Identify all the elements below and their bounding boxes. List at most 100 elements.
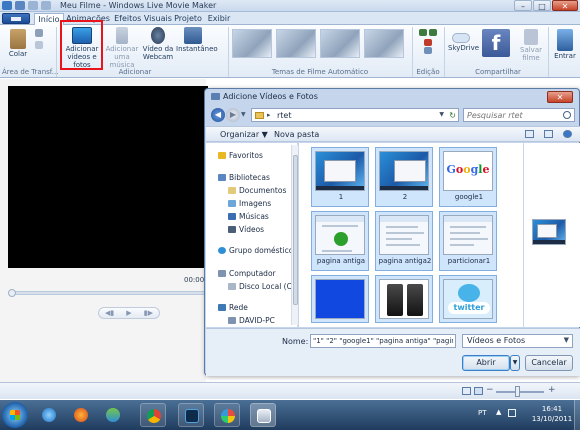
taskbar-paint[interactable] bbox=[214, 403, 240, 427]
zoom-slider[interactable] bbox=[496, 391, 544, 393]
open-options-button[interactable]: ▼ bbox=[510, 355, 520, 371]
file-tile-twitter[interactable]: twitter bbox=[439, 275, 497, 323]
show-hidden-icons[interactable]: ▲ bbox=[496, 408, 501, 416]
edit-tools[interactable] bbox=[416, 29, 440, 55]
sign-in-button[interactable]: Entrar bbox=[552, 29, 578, 60]
play-icon[interactable]: ▶ bbox=[126, 309, 131, 317]
taskbar-photoshop[interactable] bbox=[178, 403, 204, 427]
file-tile-blue[interactable] bbox=[311, 275, 369, 323]
nav-pc[interactable]: DAVID-PC bbox=[228, 316, 275, 325]
theme-thumbnail[interactable] bbox=[232, 29, 272, 58]
theme-thumbnail[interactable] bbox=[320, 29, 360, 58]
nav-videos[interactable]: Vídeos bbox=[228, 225, 264, 234]
network-tray-icon[interactable] bbox=[508, 409, 516, 417]
preview-pane-icon[interactable] bbox=[544, 130, 553, 138]
minimize-button[interactable]: – bbox=[514, 0, 532, 11]
search-icon[interactable] bbox=[563, 111, 571, 119]
storyboard-view-icon[interactable] bbox=[462, 387, 471, 395]
file-tile-particionar1[interactable]: particionar1 bbox=[439, 211, 497, 271]
help-icon[interactable] bbox=[563, 130, 572, 138]
thumbnail-size-icon[interactable] bbox=[474, 387, 483, 395]
taskbar-windows-live[interactable] bbox=[100, 403, 126, 427]
nav-scrollbar[interactable] bbox=[291, 145, 298, 325]
open-button[interactable]: Abrir bbox=[462, 355, 510, 371]
sign-in-label: Entrar bbox=[554, 52, 576, 60]
back-arrow-icon[interactable]: ◀ bbox=[211, 108, 225, 122]
tab-efeitos-visuais[interactable]: Efeitos Visuais bbox=[114, 13, 172, 25]
search-input[interactable] bbox=[467, 110, 559, 120]
skydrive-button[interactable]: SkyDrive bbox=[448, 33, 479, 52]
clock-date[interactable]: 13/10/2011 bbox=[530, 415, 574, 423]
maximize-button[interactable]: □ bbox=[533, 0, 551, 11]
snapshot-button[interactable]: Instantâneo bbox=[176, 27, 218, 53]
clock-time[interactable]: 16:41 bbox=[532, 405, 572, 413]
cancel-button[interactable]: Cancelar bbox=[525, 355, 573, 371]
taskbar-firefox[interactable] bbox=[68, 403, 94, 427]
file-type-select[interactable]: Vídeos e Fotos ▼ bbox=[462, 334, 573, 348]
copy-button[interactable] bbox=[34, 41, 44, 50]
taskbar-movie-maker[interactable] bbox=[250, 403, 276, 427]
undo-icon[interactable] bbox=[28, 1, 38, 10]
add-music-button[interactable]: Adicionar uma música bbox=[104, 27, 140, 69]
save-icon[interactable] bbox=[15, 1, 25, 10]
taskbar-internet-explorer[interactable] bbox=[36, 403, 62, 427]
zoom-out-icon[interactable]: − bbox=[486, 385, 494, 395]
previous-frame-icon[interactable]: ◀▮ bbox=[105, 309, 114, 317]
save-movie-button[interactable]: Salvar filme bbox=[518, 29, 544, 62]
file-tile-pagina-antiga[interactable]: pagina antiga bbox=[311, 211, 369, 271]
theme-thumbnail[interactable] bbox=[276, 29, 316, 58]
file-tile-2[interactable]: 2 bbox=[375, 147, 433, 207]
zoom-in-icon[interactable]: + bbox=[548, 385, 556, 395]
paste-button[interactable]: Colar bbox=[6, 29, 30, 58]
breadcrumb[interactable]: rtet bbox=[277, 111, 291, 120]
dialog-close-button[interactable]: ✕ bbox=[547, 91, 573, 103]
nav-label: Documentos bbox=[239, 186, 287, 195]
cut-button[interactable] bbox=[34, 29, 44, 38]
group-label-themes: Temas de Filme Automático bbox=[271, 68, 369, 76]
seek-bar[interactable] bbox=[10, 291, 210, 295]
nav-favorites[interactable]: Favoritos bbox=[218, 151, 263, 160]
zoom-slider-thumb[interactable] bbox=[515, 386, 520, 397]
new-folder-button[interactable]: Nova pasta bbox=[274, 130, 319, 139]
nav-libraries[interactable]: Bibliotecas bbox=[218, 173, 270, 182]
close-button[interactable]: ✕ bbox=[552, 0, 578, 11]
webcam-video-button[interactable]: Vídeo da Webcam bbox=[141, 27, 175, 61]
nav-label: DAVID-PC bbox=[239, 316, 275, 325]
file-tile-speakers[interactable] bbox=[375, 275, 433, 323]
theme-thumbnail[interactable] bbox=[364, 29, 404, 58]
nav-music[interactable]: Músicas bbox=[228, 212, 269, 221]
film-save-icon bbox=[524, 29, 538, 45]
search-box[interactable] bbox=[463, 108, 575, 122]
taskbar-chrome[interactable] bbox=[140, 403, 166, 427]
nav-label: Favoritos bbox=[229, 151, 263, 160]
nav-network[interactable]: Rede bbox=[218, 303, 248, 312]
facebook-share-button[interactable]: f bbox=[478, 29, 514, 58]
redo-icon[interactable] bbox=[41, 1, 51, 10]
nav-homegroup[interactable]: Grupo doméstico bbox=[218, 246, 293, 255]
change-view-icon[interactable] bbox=[525, 130, 534, 138]
tab-projeto[interactable]: Projeto bbox=[174, 13, 202, 25]
organize-menu[interactable]: Organizar ▼ bbox=[220, 130, 268, 139]
chevron-down-icon[interactable]: ▼ bbox=[439, 111, 444, 118]
nav-local-disk[interactable]: Disco Local (C:) bbox=[228, 282, 297, 291]
video-preview[interactable] bbox=[8, 86, 208, 268]
seek-thumb[interactable] bbox=[8, 289, 16, 297]
language-indicator[interactable]: PT bbox=[478, 409, 487, 417]
refresh-icon[interactable]: ↻ bbox=[449, 111, 456, 120]
file-tile-google1[interactable]: Google google1 bbox=[439, 147, 497, 207]
application-menu-button[interactable] bbox=[2, 13, 30, 24]
nav-computer[interactable]: Computador bbox=[218, 269, 276, 278]
file-tile-1[interactable]: 1 bbox=[311, 147, 369, 207]
nav-images[interactable]: Imagens bbox=[228, 199, 271, 208]
tab-exibir[interactable]: Exibir bbox=[206, 13, 232, 25]
next-frame-icon[interactable]: ▮▶ bbox=[144, 309, 153, 317]
file-tile-pagina-antiga2[interactable]: pagina antiga2 bbox=[375, 211, 433, 271]
show-desktop-button[interactable] bbox=[574, 400, 580, 430]
file-name-input[interactable] bbox=[310, 334, 456, 348]
start-button[interactable] bbox=[2, 402, 28, 428]
scroll-thumb[interactable] bbox=[293, 155, 298, 305]
forward-arrow-icon[interactable]: ▶ bbox=[226, 108, 240, 122]
recent-pages-icon[interactable]: ▼ bbox=[241, 111, 246, 118]
nav-documents[interactable]: Documentos bbox=[228, 186, 286, 195]
path-field[interactable]: ▸ rtet ▼ ↻ bbox=[251, 108, 459, 122]
